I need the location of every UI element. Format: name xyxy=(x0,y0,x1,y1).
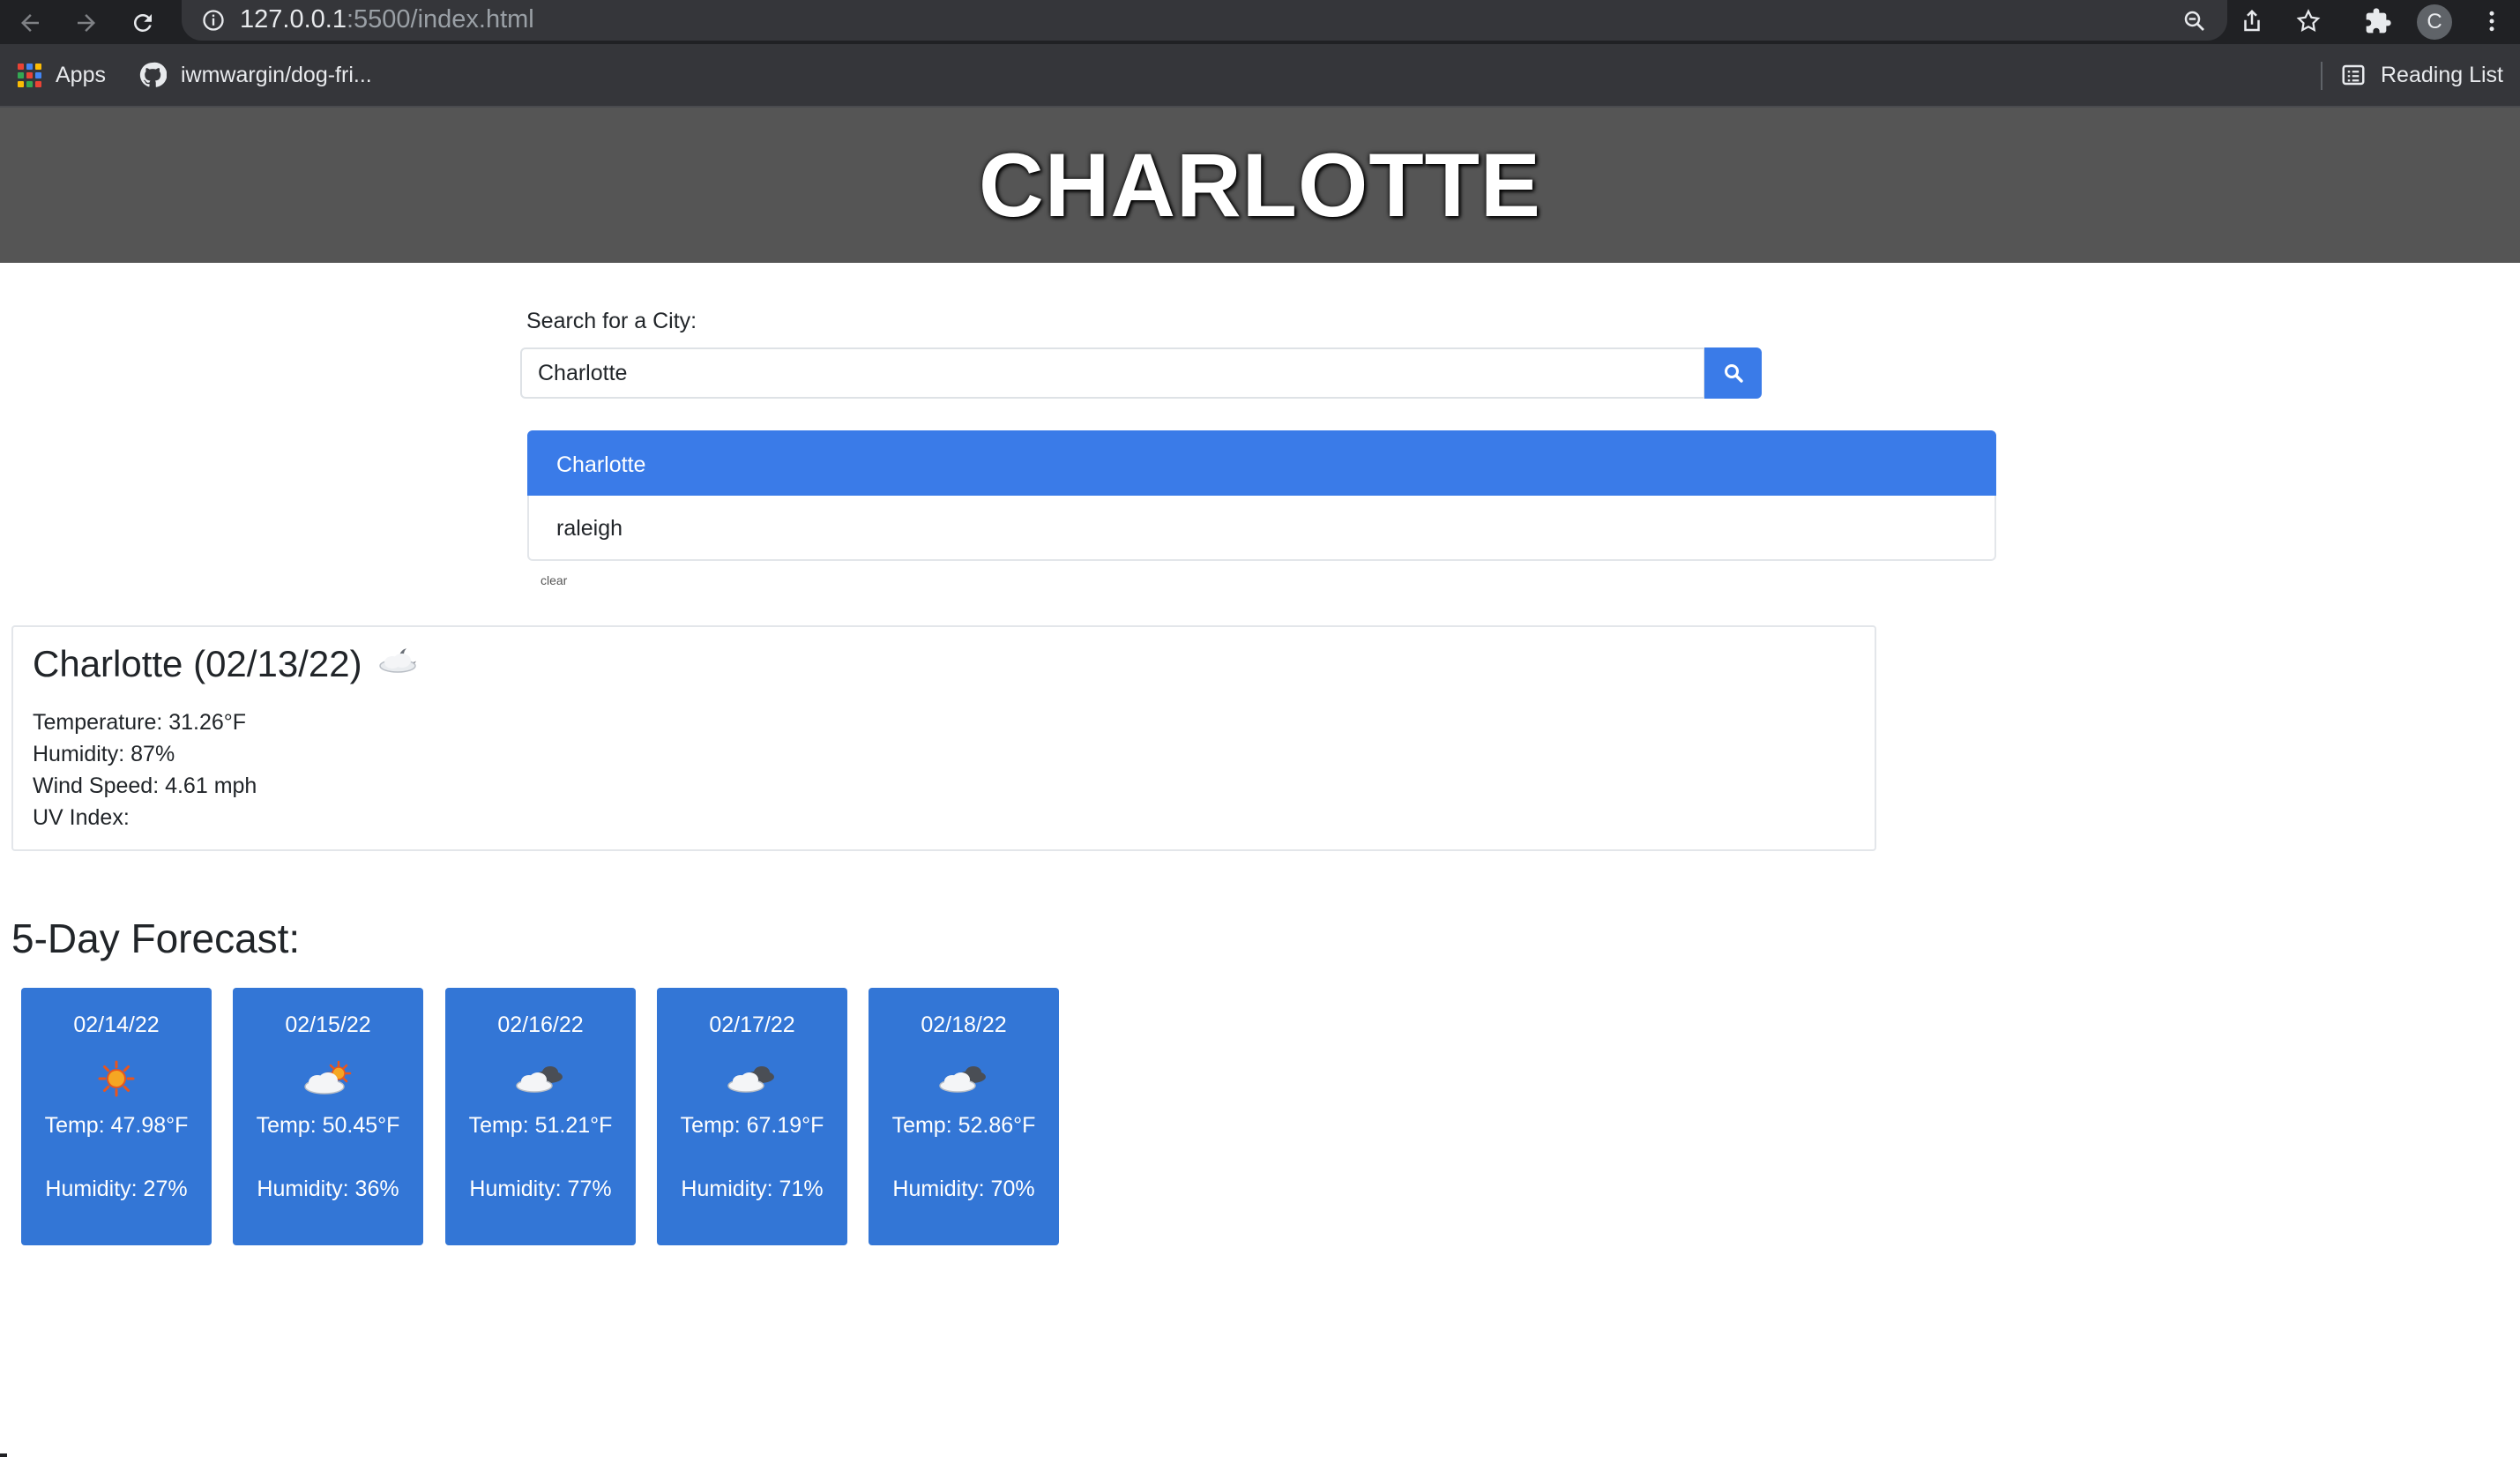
share-icon[interactable] xyxy=(2234,4,2270,39)
forecast-card: 02/18/22 Temp: 52.86°F Humidity: 70% xyxy=(869,988,1059,1245)
forecast-temp: Temp: 67.19°F xyxy=(680,1113,824,1138)
broken-clouds-icon xyxy=(869,1057,1059,1101)
forecast-temp: Temp: 47.98°F xyxy=(44,1113,189,1138)
back-button[interactable] xyxy=(12,5,48,41)
search-label: Search for a City: xyxy=(526,309,697,333)
reload-icon xyxy=(133,13,152,32)
forecast-card: 02/14/22 Temp: 47.98°F Humidity: 27% xyxy=(21,988,212,1245)
bookmark-apps[interactable]: Apps xyxy=(18,44,106,106)
search-button[interactable] xyxy=(1704,347,1762,399)
forecast-humidity: Humidity: 77% xyxy=(469,1177,612,1201)
forecast-humidity: Humidity: 27% xyxy=(45,1177,188,1201)
clear-sun-icon xyxy=(21,1057,212,1101)
bookmark-star-icon[interactable] xyxy=(2291,4,2326,39)
current-city-date: Charlotte (02/13/22) xyxy=(33,643,362,684)
forecast-humidity: Humidity: 36% xyxy=(257,1177,399,1201)
forward-button[interactable] xyxy=(69,5,104,41)
current-wind-speed: Wind Speed: 4.61 mph xyxy=(33,773,257,798)
forecast-card: 02/17/22 Temp: 67.19°F Humidity: 71% xyxy=(657,988,847,1245)
forecast-temp: Temp: 52.86°F xyxy=(891,1113,1036,1138)
few-clouds-day-icon xyxy=(233,1057,423,1101)
github-icon xyxy=(139,62,167,87)
bookmark-label: Apps xyxy=(56,62,106,87)
zoom-icon[interactable] xyxy=(2177,4,2212,39)
forecast-date: 02/17/22 xyxy=(709,1012,795,1037)
current-weather-card: Charlotte (02/13/22) Temperature: 31.26°… xyxy=(11,625,1876,851)
city-search-input[interactable] xyxy=(520,347,1705,399)
reload-button[interactable] xyxy=(125,5,160,41)
forecast-card: 02/16/22 Temp: 51.21°F Humidity: 77% xyxy=(445,988,636,1245)
current-weather-title: Charlotte (02/13/22) xyxy=(33,636,1855,692)
current-humidity: Humidity: 87% xyxy=(33,742,175,766)
forecast-card: 02/15/22 Temp: 50.45°F Humidity: 36% xyxy=(233,988,423,1245)
current-uv-index: UV Index: xyxy=(33,805,130,830)
few-clouds-night-icon xyxy=(373,636,426,692)
current-temperature: Temperature: 31.26°F xyxy=(33,710,247,735)
apps-grid-icon xyxy=(18,63,41,87)
forecast-date: 02/18/22 xyxy=(921,1012,1007,1037)
forecast-temp: Temp: 51.21°F xyxy=(468,1113,613,1138)
bookmarks-divider xyxy=(2321,62,2322,90)
profile-avatar[interactable]: C xyxy=(2417,4,2452,40)
search-history-list: Charlotte raleigh xyxy=(527,430,1996,561)
url-text[interactable]: 127.0.0.1:5500/index.html xyxy=(240,0,534,41)
forward-arrow-icon xyxy=(78,14,95,32)
forecast-date: 02/14/22 xyxy=(73,1012,160,1037)
bookmark-label: iwmwargin/dog-fri... xyxy=(181,62,372,87)
forecast-date: 02/16/22 xyxy=(497,1012,584,1037)
extensions-puzzle-icon[interactable] xyxy=(2360,4,2396,39)
address-bar[interactable]: 127.0.0.1:5500/index.html xyxy=(182,0,2227,41)
history-item-raleigh[interactable]: raleigh xyxy=(527,496,1996,561)
forecast-date: 02/15/22 xyxy=(285,1012,371,1037)
page-title: CHARLOTTE xyxy=(979,134,1541,235)
forecast-title: 5-Day Forecast: xyxy=(11,915,301,961)
back-arrow-icon xyxy=(21,14,39,32)
forecast-humidity: Humidity: 70% xyxy=(892,1177,1035,1201)
window-corner xyxy=(0,1453,7,1457)
history-item-charlotte[interactable]: Charlotte xyxy=(527,430,1996,496)
clear-history-button[interactable]: clear xyxy=(541,573,567,587)
page-header: CHARLOTTE xyxy=(0,108,2520,263)
forecast-humidity: Humidity: 71% xyxy=(681,1177,824,1201)
bookmark-github[interactable]: iwmwargin/dog-fri... xyxy=(138,44,372,106)
info-icon[interactable] xyxy=(201,8,226,33)
search-icon xyxy=(1724,364,1743,383)
reading-list-icon xyxy=(2342,64,2365,86)
menu-kebab-icon[interactable] xyxy=(2474,4,2509,39)
reading-list-button[interactable]: Reading List xyxy=(2340,44,2503,106)
broken-clouds-icon xyxy=(657,1057,847,1101)
broken-clouds-icon xyxy=(445,1057,636,1101)
reading-list-label: Reading List xyxy=(2381,62,2503,87)
forecast-temp: Temp: 50.45°F xyxy=(256,1113,400,1138)
browser-toolbar: 127.0.0.1:5500/index.html C xyxy=(0,0,2520,44)
bookmarks-bar: Apps iwmwargin/dog-fri... Reading List xyxy=(0,44,2520,108)
